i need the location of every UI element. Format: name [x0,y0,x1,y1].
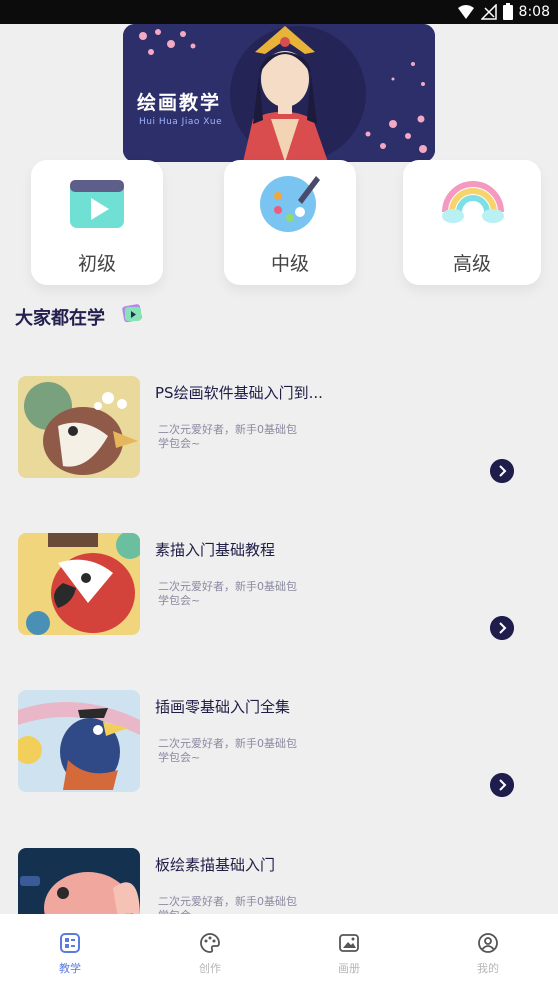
palette-art-icon [260,176,320,232]
course-thumbnail [18,376,140,478]
course-item[interactable]: PS绘画软件基础入门到... 二次元爱好者，新手0基础包学包会~ [0,360,558,490]
tab-label: 教学 [59,962,81,975]
rainbow-icon [442,181,504,223]
banner-subtitle: Hui Hua Jiao Xue [139,117,223,127]
hero-banner[interactable]: 绘画教学 Hui Hua Jiao Xue [123,24,435,162]
album-icon [339,934,359,952]
tab-lesson[interactable]: 教学 [30,932,110,976]
course-thumbnail [18,690,140,792]
clock: 8:08 [518,3,550,20]
tab-profile[interactable]: 我的 [448,932,528,976]
level-label: 初级 [77,253,116,275]
video-icon [70,180,124,228]
status-bar: 8:08 [0,0,558,24]
tab-album[interactable]: 画册 [309,932,389,976]
palette-icon [200,933,220,953]
level-label: 高级 [452,253,491,275]
course-title: 素描入门基础教程 [155,541,276,559]
course-item[interactable]: 素描入门基础教程 二次元爱好者，新手0基础包学包会~ [0,517,558,647]
course-title: 板绘素描基础入门 [155,856,276,874]
course-thumbnail [18,533,140,635]
tab-label: 我的 [477,962,499,975]
status-icons: 8:08 [457,3,550,20]
course-description: 二次元爱好者，新手0基础包学包会~ [158,423,297,450]
level-card-beginner[interactable]: 初级 [31,160,163,285]
course-description: 二次元爱好者，新手0基础包学包会~ [158,737,297,764]
profile-icon [478,933,498,953]
chevron-right-icon[interactable] [490,459,514,483]
lesson-icon [60,933,80,953]
video-badge-icon [122,304,142,323]
tab-create[interactable]: 创作 [170,932,250,976]
chevron-right-icon[interactable] [490,773,514,797]
course-title: 插画零基础入门全集 [155,698,291,716]
course-title: PS绘画软件基础入门到... [155,384,323,402]
banner-title: 绘画教学 [137,92,222,114]
wifi-icon [457,4,474,19]
level-card-intermediate[interactable]: 中级 [224,160,356,285]
tab-label: 创作 [199,962,221,975]
battery-icon [502,3,513,20]
chevron-right-icon[interactable] [490,616,514,640]
level-label: 中级 [270,253,309,275]
section-title: 大家都在学 [15,308,105,329]
bottom-tab-bar: 教学 创作 画册 我的 [0,914,558,992]
tab-label: 画册 [338,962,360,975]
course-item[interactable]: 插画零基础入门全集 二次元爱好者，新手0基础包学包会~ [0,674,558,804]
course-description: 二次元爱好者，新手0基础包学包会~ [158,580,297,607]
level-selector: 初级 中级 高级 [0,160,558,300]
signal-icon [480,3,497,20]
level-card-advanced[interactable]: 高级 [403,160,541,285]
